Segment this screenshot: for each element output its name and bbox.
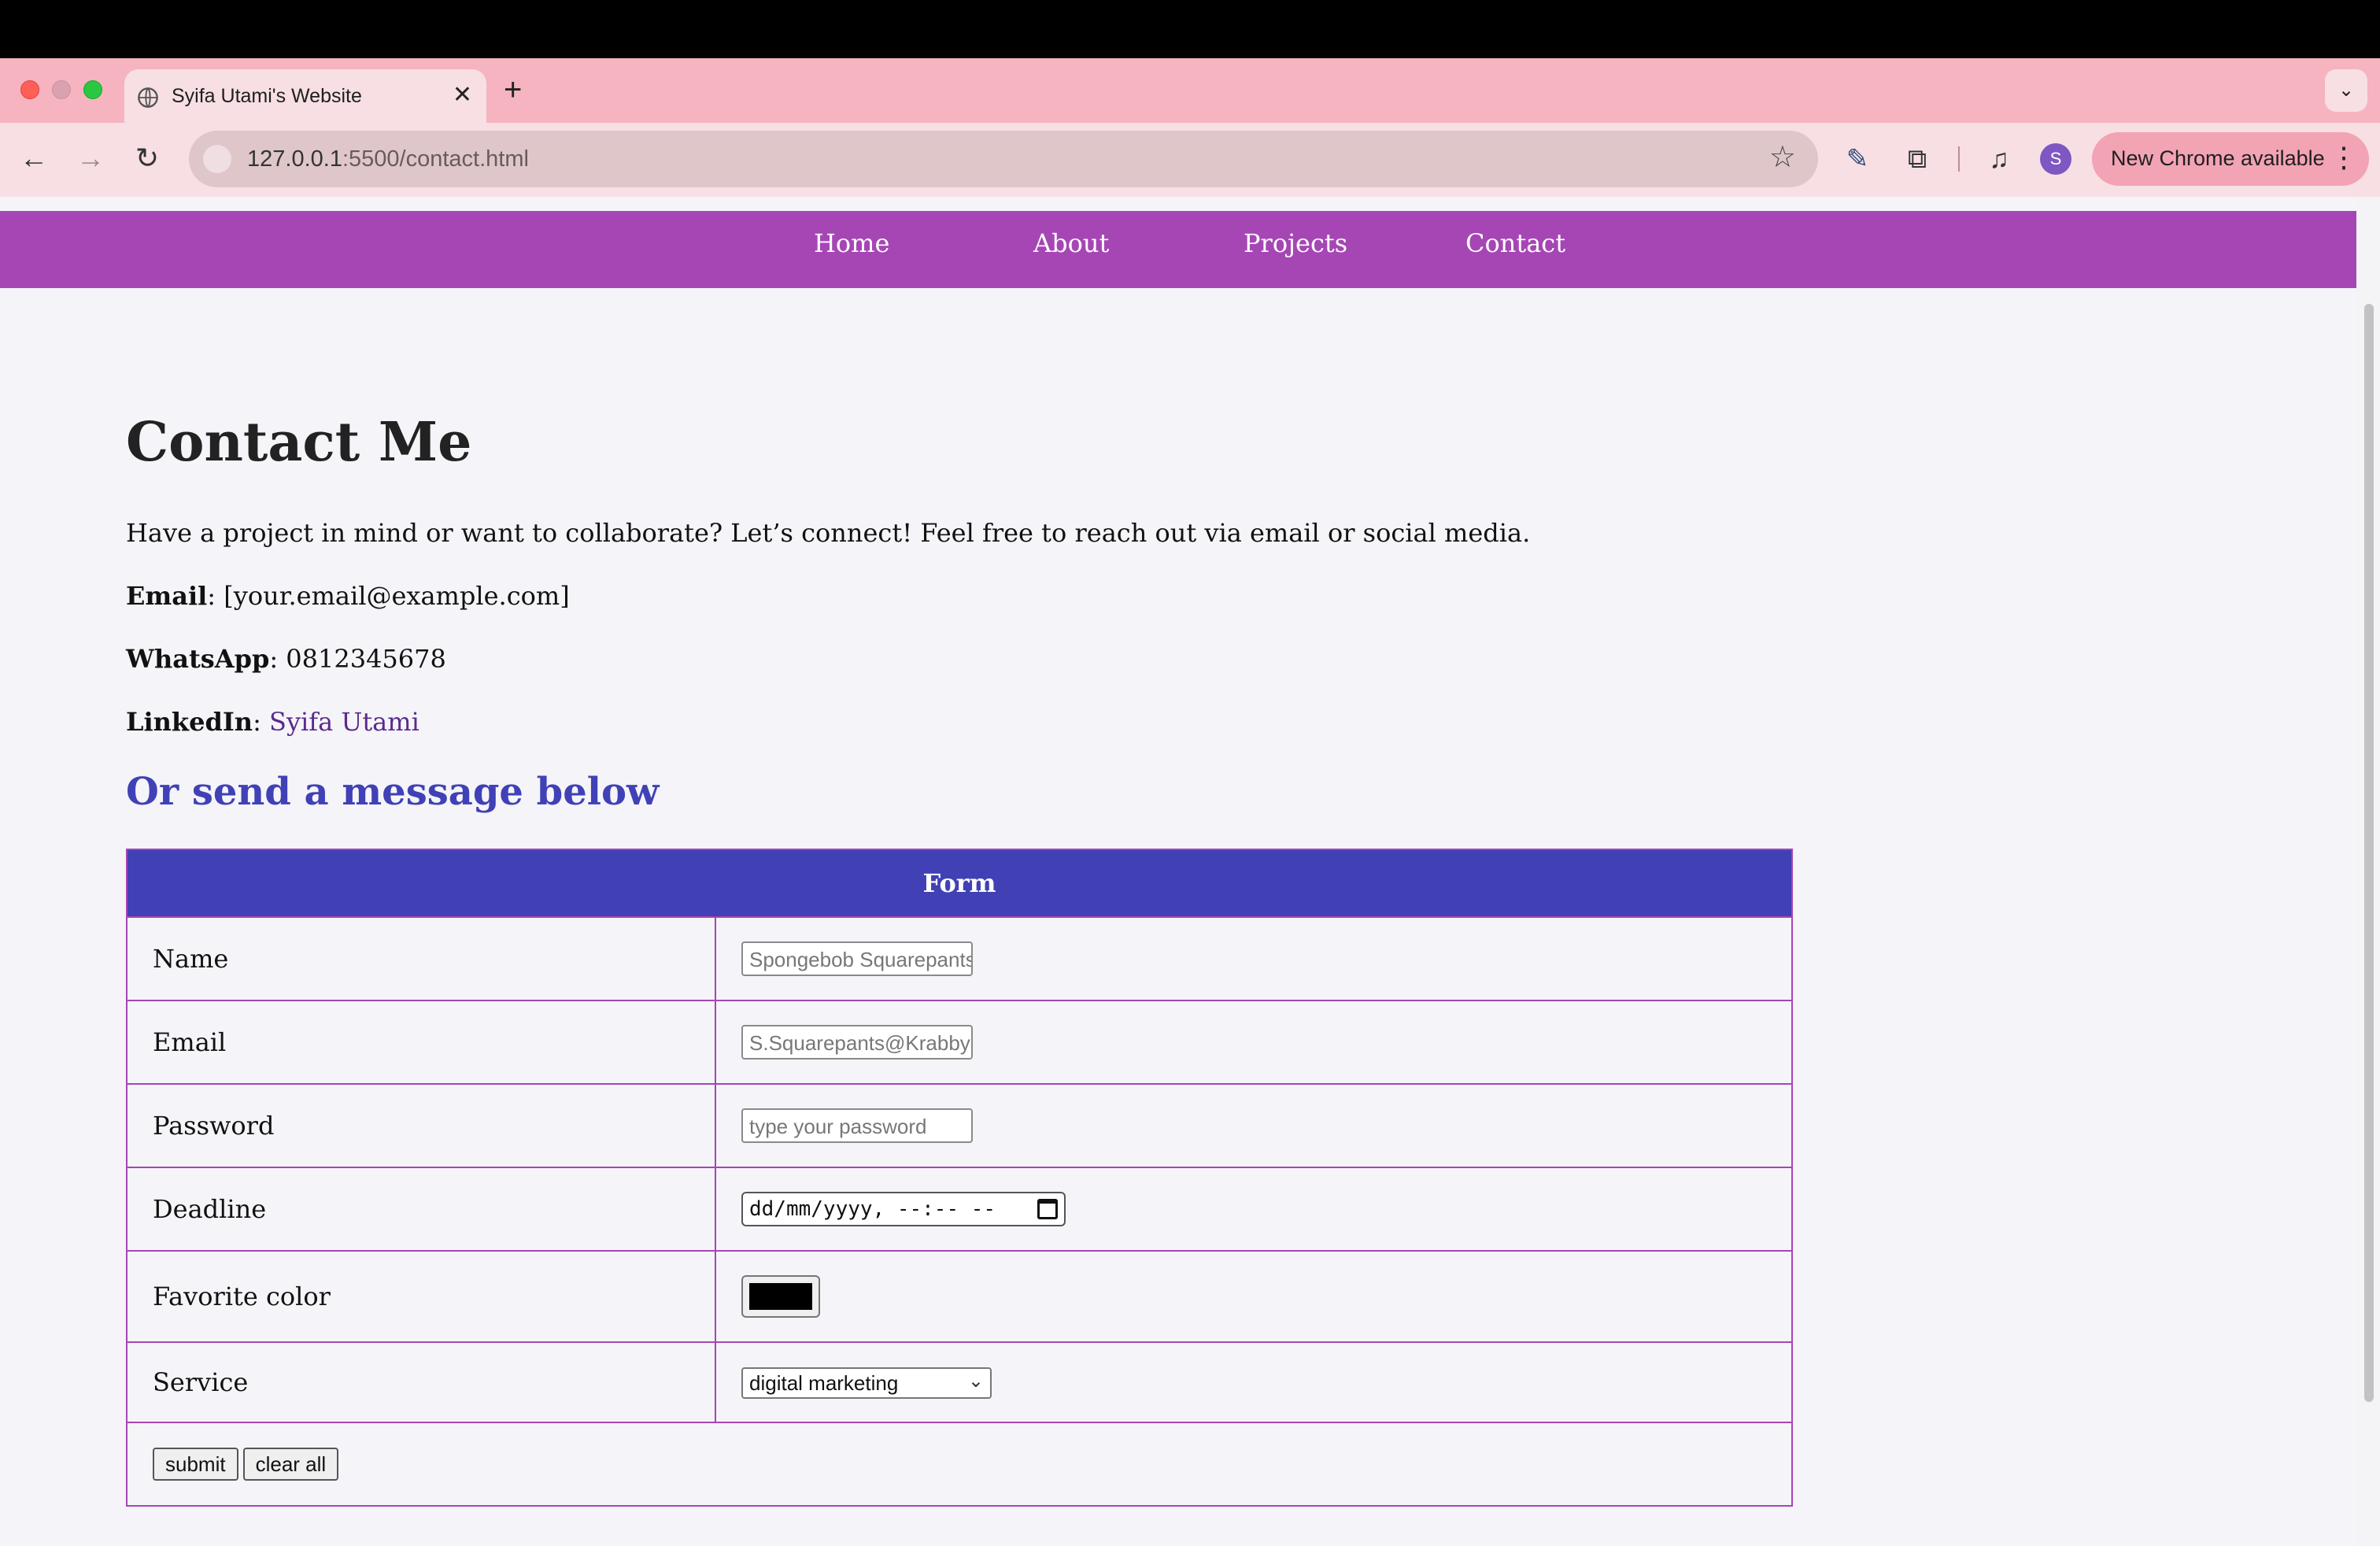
email-field-label: Email (126, 1000, 716, 1085)
extensions-puzzle-icon[interactable]: ⧉ (1898, 140, 1936, 178)
color-swatch (749, 1283, 812, 1310)
linkedin-line: LinkedIn: Syifa Utami (126, 707, 419, 737)
minimize-window-button[interactable] (52, 80, 71, 99)
os-menu-bar (0, 0, 2380, 58)
whatsapp-label: WhatsApp (126, 644, 270, 674)
back-button[interactable]: ← (14, 139, 54, 178)
url-text[interactable]: 127.0.0.1:5500/contact.html (247, 146, 529, 172)
button-cell: submit clear all (126, 1422, 1793, 1507)
form-header: Form (126, 849, 1793, 918)
password-label: Password (126, 1083, 716, 1168)
email-value: : [your.email@example.com] (207, 581, 570, 611)
form-header-row: Form (126, 849, 1793, 918)
table-row: submit clear all (126, 1422, 1793, 1507)
table-row: Favorite color (126, 1250, 1793, 1343)
browser-tab[interactable]: Syifa Utami's Website ✕ (124, 69, 486, 123)
deadline-label: Deadline (126, 1167, 716, 1252)
update-chrome-label: New Chrome available (2111, 146, 2325, 170)
clear-all-button[interactable]: clear all (242, 1448, 339, 1481)
nav-link-about[interactable]: About (1033, 228, 1109, 258)
service-label: Service (126, 1341, 716, 1423)
nav-link-home[interactable]: Home (814, 228, 889, 258)
maximize-window-button[interactable] (83, 80, 102, 99)
intro-text: Have a project in mind or want to collab… (126, 518, 1531, 548)
kebab-menu-icon[interactable]: ⋮ (2330, 142, 2358, 173)
linkedin-separator: : (253, 707, 270, 737)
nav-link-contact[interactable]: Contact (1465, 228, 1565, 258)
deadline-value: dd/mm/yyyy, --:-- -- (749, 1197, 996, 1221)
email-input[interactable]: S.Squarepants@Krabby (741, 1025, 973, 1060)
update-chrome-button[interactable]: New Chrome available ⋮ (2092, 132, 2369, 186)
table-row: Email S.Squarepants@Krabby (126, 1000, 1793, 1085)
table-row: Name Spongebob Squarepants (126, 916, 1793, 1001)
table-row: Deadline dd/mm/yyyy, --:-- -- (126, 1167, 1793, 1252)
name-input[interactable]: Spongebob Squarepants (741, 941, 973, 976)
reload-button[interactable]: ↻ (128, 139, 167, 178)
whatsapp-line: WhatsApp: 0812345678 (126, 644, 446, 674)
close-window-button[interactable] (20, 80, 39, 99)
forward-button[interactable]: → (71, 139, 110, 178)
color-picker[interactable] (741, 1275, 820, 1318)
page-viewport: Home About Projects Contact Contact Me H… (0, 197, 2380, 1546)
color-cell (715, 1250, 1793, 1343)
contact-form-table: Form Name Spongebob Squarepants Email S.… (126, 849, 1793, 1507)
pen-extension-icon[interactable]: ✎ (1839, 140, 1876, 178)
bookmark-star-icon[interactable]: ☆ (1769, 142, 1796, 173)
url-host: 127.0.0.1 (247, 146, 342, 172)
linkedin-link[interactable]: Syifa Utami (269, 707, 419, 737)
site-info-icon[interactable] (203, 145, 231, 173)
name-cell: Spongebob Squarepants (715, 916, 1793, 1001)
toolbar-divider (1958, 146, 1960, 172)
email-label: Email (126, 581, 208, 611)
tab-strip: Syifa Utami's Website ✕ + ⌄ (0, 58, 2380, 123)
submit-button[interactable]: submit (153, 1448, 238, 1481)
url-path: :5500/contact.html (342, 146, 529, 172)
new-tab-button[interactable]: + (504, 74, 522, 105)
form-subheading: Or send a message below (126, 770, 660, 814)
site-navbar: Home About Projects Contact (0, 211, 2356, 288)
chevron-down-icon: ⌄ (967, 1370, 984, 1392)
color-label: Favorite color (126, 1250, 716, 1343)
service-select[interactable]: digital marketing ⌄ (741, 1367, 992, 1399)
page-scrollbar[interactable] (2356, 197, 2380, 1546)
scrollbar-thumb[interactable] (2364, 304, 2374, 1402)
page-title: Contact Me (126, 411, 472, 474)
table-row: Password type your password (126, 1083, 1793, 1168)
profile-avatar[interactable]: S (2040, 143, 2071, 175)
password-input[interactable]: type your password (741, 1108, 973, 1143)
close-tab-icon[interactable]: ✕ (453, 83, 472, 107)
service-selected: digital marketing (749, 1370, 899, 1395)
deadline-cell: dd/mm/yyyy, --:-- -- (715, 1167, 1793, 1252)
tab-title: Syifa Utami's Website (172, 85, 362, 107)
browser-toolbar: ← → ↻ 127.0.0.1:5500/contact.html ☆ ✎ ⧉ … (0, 123, 2380, 197)
browser-chrome: Syifa Utami's Website ✕ + ⌄ ← → ↻ 127.0.… (0, 58, 2380, 197)
tab-search-button[interactable]: ⌄ (2325, 69, 2367, 112)
linkedin-label: LinkedIn (126, 707, 253, 737)
name-label: Name (126, 916, 716, 1001)
globe-icon (138, 87, 158, 108)
media-control-icon[interactable]: ♫ (1980, 140, 2018, 178)
password-cell: type your password (715, 1083, 1793, 1168)
service-cell: digital marketing ⌄ (715, 1341, 1793, 1423)
email-cell: S.Squarepants@Krabby (715, 1000, 1793, 1085)
calendar-icon[interactable] (1037, 1199, 1058, 1219)
whatsapp-value: : 0812345678 (269, 644, 446, 674)
address-bar[interactable]: 127.0.0.1:5500/contact.html ☆ (189, 131, 1818, 187)
table-row: Service digital marketing ⌄ (126, 1341, 1793, 1423)
nav-link-projects[interactable]: Projects (1244, 228, 1347, 258)
email-line: Email: [your.email@example.com] (126, 581, 570, 611)
deadline-input[interactable]: dd/mm/yyyy, --:-- -- (741, 1192, 1066, 1226)
